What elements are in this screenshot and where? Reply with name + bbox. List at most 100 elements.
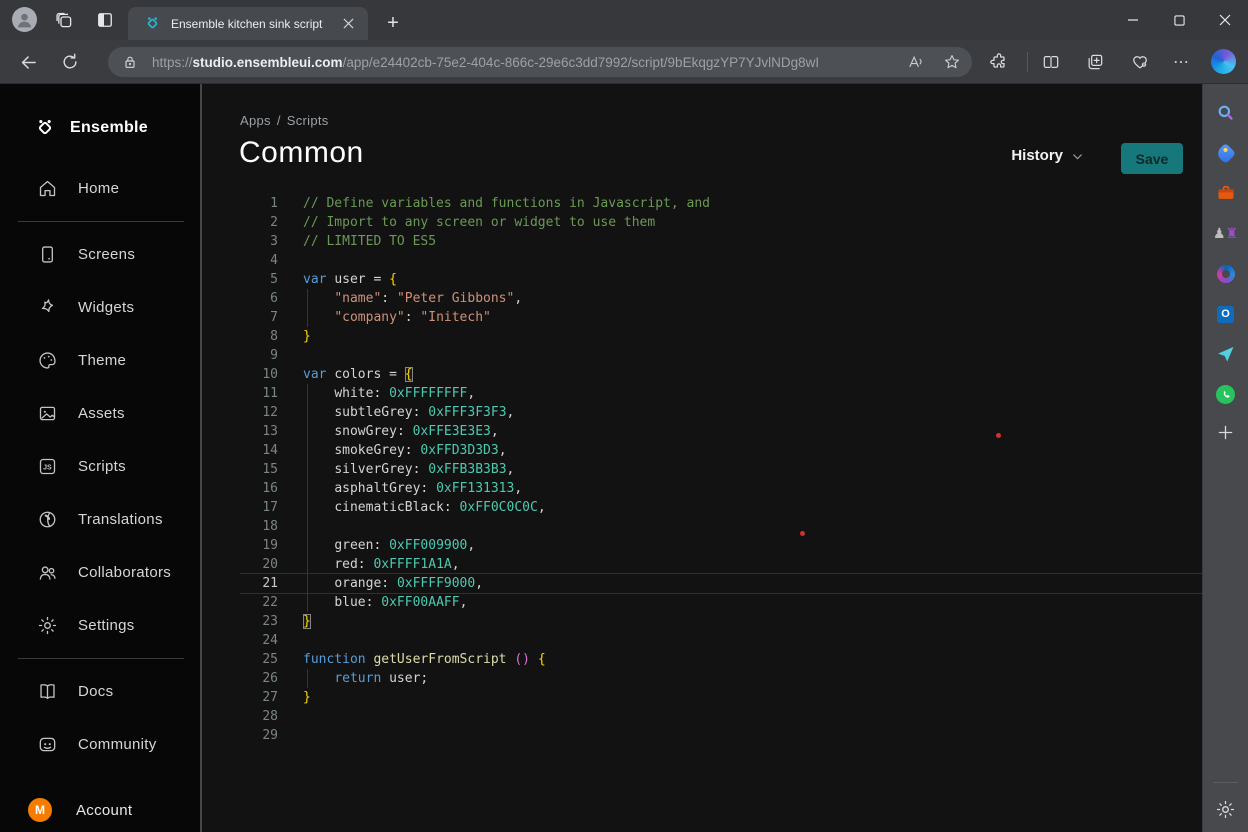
sidebar-item-collaborators[interactable]: Collaborators (0, 546, 202, 599)
code-line-12[interactable]: 12 subtleGrey: 0xFFF3F3F3, (240, 403, 1202, 422)
line-number[interactable]: 23 (240, 612, 278, 631)
search-icon[interactable] (1211, 98, 1241, 128)
code-line-14[interactable]: 14 smokeGrey: 0xFFD3D3D3, (240, 441, 1202, 460)
code-line-21[interactable]: 21 orange: 0xFFFF9000, (240, 574, 1202, 593)
workspaces-icon[interactable] (52, 8, 76, 32)
browser-essentials-icon[interactable] (1128, 50, 1152, 74)
sidebar-item-widgets[interactable]: Widgets (0, 281, 202, 334)
drop-icon[interactable] (1211, 339, 1241, 369)
code-line-6[interactable]: 6 "name": "Peter Gibbons", (240, 289, 1202, 308)
line-number[interactable]: 24 (240, 631, 278, 650)
code-line-23[interactable]: 23} (240, 612, 1202, 631)
code-line-27[interactable]: 27} (240, 688, 1202, 707)
code-line-10[interactable]: 10var colors = { (240, 365, 1202, 384)
favorite-star-icon[interactable] (942, 52, 962, 72)
line-number[interactable]: 17 (240, 498, 278, 517)
copilot-icon[interactable] (1211, 49, 1236, 74)
sidebar-item-translations[interactable]: Translations (0, 493, 202, 546)
sidebar-settings-gear-icon[interactable] (1211, 794, 1241, 824)
sidebar-item-settings[interactable]: Settings (0, 599, 202, 652)
save-button[interactable]: Save (1121, 143, 1183, 174)
code-line-16[interactable]: 16 asphaltGrey: 0xFF131313, (240, 479, 1202, 498)
refresh-icon[interactable] (58, 50, 82, 74)
whatsapp-icon[interactable] (1211, 379, 1241, 409)
code-line-3[interactable]: 3// LIMITED TO ES5 (240, 232, 1202, 251)
window-minimize-button[interactable] (1110, 0, 1156, 40)
code-line-8[interactable]: 8} (240, 327, 1202, 346)
sidebar-item-account[interactable]: M Account (28, 798, 132, 822)
line-number[interactable]: 26 (240, 669, 278, 688)
more-options-icon[interactable] (1169, 50, 1193, 74)
split-screen-icon[interactable] (1039, 50, 1063, 74)
code-line-22[interactable]: 22 blue: 0xFF00AAFF, (240, 593, 1202, 612)
code-line-19[interactable]: 19 green: 0xFF009900, (240, 536, 1202, 555)
line-number[interactable]: 7 (240, 308, 278, 327)
code-line-15[interactable]: 15 silverGrey: 0xFFB3B3B3, (240, 460, 1202, 479)
browser-tab[interactable]: Ensemble kitchen sink script (128, 7, 368, 40)
tab-close-icon[interactable] (338, 14, 358, 34)
code-line-17[interactable]: 17 cinematicBlack: 0xFF0C0C0C, (240, 498, 1202, 517)
brand[interactable]: Ensemble (0, 84, 202, 148)
line-number[interactable]: 14 (240, 441, 278, 460)
line-number[interactable]: 10 (240, 365, 278, 384)
line-number[interactable]: 6 (240, 289, 278, 308)
code-line-13[interactable]: 13 snowGrey: 0xFFE3E3E3, (240, 422, 1202, 441)
line-number[interactable]: 12 (240, 403, 278, 422)
new-tab-button[interactable]: + (380, 10, 406, 36)
sidebar-item-screens[interactable]: Screens (0, 228, 202, 281)
sidebar-item-docs[interactable]: Docs (0, 665, 202, 718)
line-number[interactable]: 3 (240, 232, 278, 251)
code-line-26[interactable]: 26 return user; (240, 669, 1202, 688)
line-number[interactable]: 13 (240, 422, 278, 441)
code-line-18[interactable]: 18 (240, 517, 1202, 536)
history-dropdown[interactable]: History (1011, 147, 1084, 164)
sidebar-item-assets[interactable]: Assets (0, 387, 202, 440)
line-number[interactable]: 1 (240, 194, 278, 213)
line-number[interactable]: 22 (240, 593, 278, 612)
code-line-29[interactable]: 29 (240, 726, 1202, 745)
url-text[interactable]: https://studio.ensembleui.com/app/e24402… (152, 55, 906, 70)
outlook-icon[interactable]: O (1211, 299, 1241, 329)
line-number[interactable]: 20 (240, 555, 278, 574)
tab-actions-icon[interactable] (93, 8, 117, 32)
code-line-1[interactable]: 1// Define variables and functions in Ja… (240, 194, 1202, 213)
extensions-icon[interactable] (987, 50, 1011, 74)
breadcrumb-apps[interactable]: Apps (240, 113, 271, 128)
sidebar-item-theme[interactable]: Theme (0, 334, 202, 387)
back-icon[interactable] (16, 50, 40, 74)
line-number[interactable]: 8 (240, 327, 278, 346)
customize-sidebar-plus-icon[interactable] (1211, 417, 1241, 447)
line-number[interactable]: 16 (240, 479, 278, 498)
line-number[interactable]: 21 (240, 574, 278, 593)
breadcrumb-scripts[interactable]: Scripts (287, 113, 329, 128)
code-line-2[interactable]: 2// Import to any screen or widget to us… (240, 213, 1202, 232)
line-number[interactable]: 15 (240, 460, 278, 479)
code-line-11[interactable]: 11 white: 0xFFFFFFFF, (240, 384, 1202, 403)
sidebar-item-home[interactable]: Home (0, 162, 202, 215)
address-bar[interactable]: https://studio.ensembleui.com/app/e24402… (108, 47, 972, 77)
line-number[interactable]: 2 (240, 213, 278, 232)
line-number[interactable]: 5 (240, 270, 278, 289)
tools-icon[interactable] (1211, 178, 1241, 208)
code-line-5[interactable]: 5var user = { (240, 270, 1202, 289)
line-number[interactable]: 4 (240, 251, 278, 270)
line-number[interactable]: 28 (240, 707, 278, 726)
sidebar-item-community[interactable]: Community (0, 718, 202, 771)
breadcrumb[interactable]: Apps/Scripts (240, 113, 335, 128)
code-line-9[interactable]: 9 (240, 346, 1202, 365)
window-maximize-button[interactable] (1156, 0, 1202, 40)
code-line-24[interactable]: 24 (240, 631, 1202, 650)
collections-icon[interactable] (1083, 50, 1107, 74)
line-number[interactable]: 27 (240, 688, 278, 707)
line-number[interactable]: 18 (240, 517, 278, 536)
code-line-4[interactable]: 4 (240, 251, 1202, 270)
code-line-20[interactable]: 20 red: 0xFFFF1A1A, (240, 555, 1202, 574)
shopping-icon[interactable] (1211, 138, 1241, 168)
window-close-button[interactable] (1202, 0, 1248, 40)
line-number[interactable]: 19 (240, 536, 278, 555)
sidebar-item-scripts[interactable]: JSScripts (0, 440, 202, 493)
line-number[interactable]: 29 (240, 726, 278, 745)
lock-icon[interactable] (122, 54, 142, 70)
code-line-28[interactable]: 28 (240, 707, 1202, 726)
line-number[interactable]: 25 (240, 650, 278, 669)
